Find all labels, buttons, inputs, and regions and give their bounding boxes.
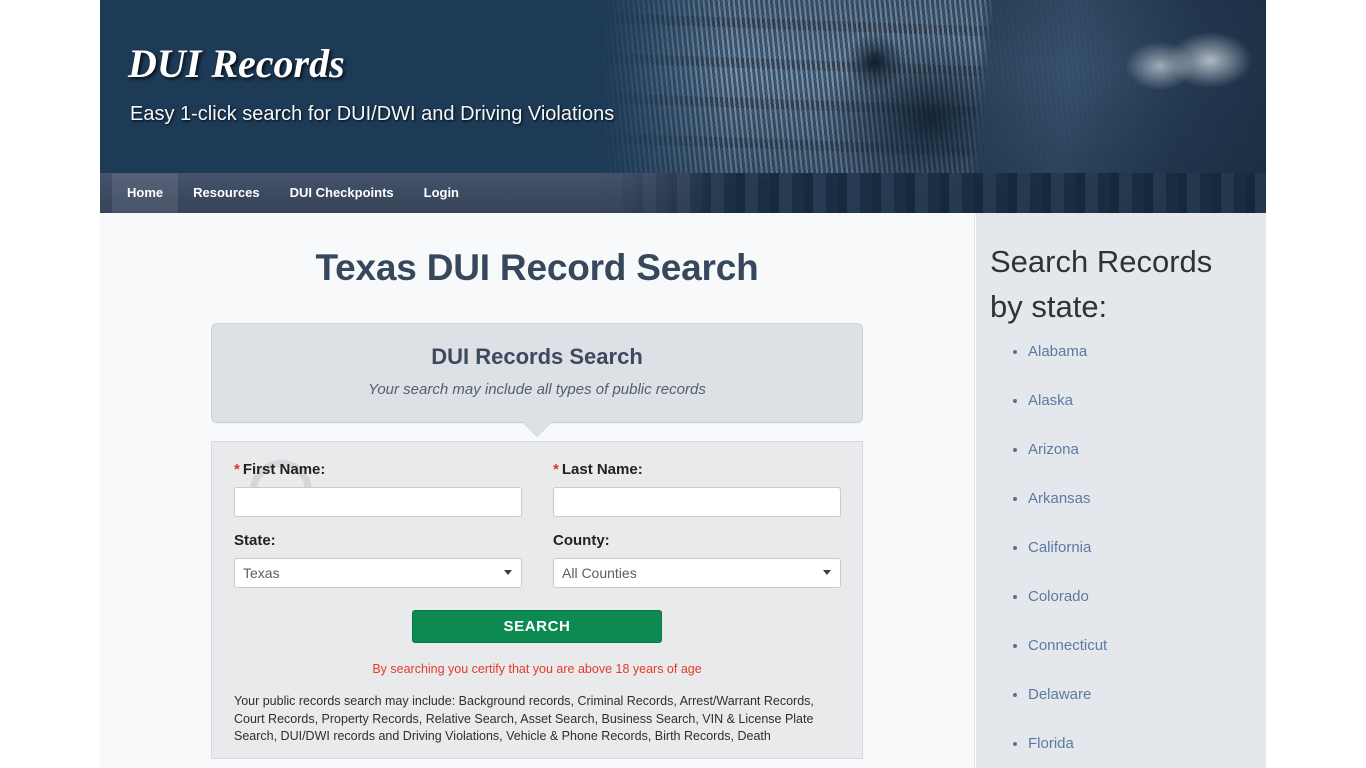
right-gutter [1266, 0, 1366, 768]
list-item: Florida [1028, 735, 1266, 753]
required-marker-icon: * [553, 461, 559, 478]
main-navigation: Home Resources DUI Checkpoints Login [100, 173, 1266, 213]
sidebar-state-arkansas[interactable]: Arkansas [1028, 490, 1091, 507]
first-name-input[interactable] [234, 487, 522, 517]
callout-title: DUI Records Search [431, 344, 643, 369]
sidebar-state-alaska[interactable]: Alaska [1028, 392, 1073, 409]
callout-notch-icon [523, 422, 551, 436]
sidebar-state-arizona[interactable]: Arizona [1028, 441, 1079, 458]
submit-row: SEARCH [234, 610, 840, 643]
county-select[interactable]: All Counties [553, 558, 841, 588]
callout-subtitle: Your search may include all types of pub… [368, 381, 706, 398]
state-label: State: [234, 532, 276, 549]
sidebar-state-colorado[interactable]: Colorado [1028, 588, 1089, 605]
first-name-label: * First Name: [234, 460, 522, 480]
sidebar-title: Search Records by state: [990, 244, 1213, 324]
last-name-field-group: * Last Name: [553, 460, 841, 517]
site-logo-title[interactable]: DUI Records [128, 42, 345, 86]
list-item: Delaware [1028, 686, 1266, 704]
name-row: * First Name: * Last Name: [234, 460, 841, 517]
nav-item-login[interactable]: Login [409, 173, 474, 213]
sidebar-state-california[interactable]: California [1028, 539, 1091, 556]
page-root: DUI Records Easy 1-click search for DUI/… [0, 0, 1366, 768]
list-item: Alaska [1028, 392, 1266, 410]
search-callout: DUI Records Search Your search may inclu… [211, 323, 863, 436]
state-field-group: State: Texas [234, 531, 522, 588]
required-marker-icon: * [234, 461, 240, 478]
page-title: Texas DUI Record Search [315, 247, 759, 288]
list-item: California [1028, 539, 1266, 557]
main-column: Texas DUI Record Search DUI Records Sear… [100, 213, 975, 768]
search-button[interactable]: SEARCH [412, 610, 662, 643]
list-item: Arizona [1028, 441, 1266, 459]
state-select[interactable]: Texas [234, 558, 522, 588]
county-label: County: [553, 532, 610, 549]
county-select-wrap: All Counties [553, 558, 841, 588]
state-select-wrap: Texas [234, 558, 522, 588]
list-item: Alabama [1028, 343, 1266, 361]
county-field-group: County: All Counties [553, 531, 841, 588]
location-row: State: Texas County: All Counties [234, 531, 841, 588]
left-gutter [0, 0, 100, 768]
sidebar-state-delaware[interactable]: Delaware [1028, 686, 1091, 703]
first-name-field-group: * First Name: [234, 460, 522, 517]
sidebar-state-alabama[interactable]: Alabama [1028, 343, 1087, 360]
last-name-label-text: Last Name: [561, 461, 643, 478]
nav-item-resources[interactable]: Resources [178, 173, 274, 213]
sidebar-state-florida[interactable]: Florida [1028, 735, 1074, 752]
header-background-photo [600, 0, 1266, 173]
list-item: Arkansas [1028, 490, 1266, 508]
age-certification-notice: By searching you certify that you are ab… [372, 662, 702, 676]
nav-item-home[interactable]: Home [112, 173, 179, 213]
last-name-input[interactable] [553, 487, 841, 517]
sidebar-state-connecticut[interactable]: Connecticut [1028, 637, 1107, 654]
records-disclaimer-text: Your public records search may include: … [234, 694, 814, 743]
last-name-label: * Last Name: [553, 460, 841, 480]
list-item: Connecticut [1028, 637, 1266, 655]
nav-item-dui-checkpoints[interactable]: DUI Checkpoints [275, 173, 409, 213]
list-item: Colorado [1028, 588, 1266, 606]
site-tagline: Easy 1-click search for DUI/DWI and Driv… [130, 103, 615, 125]
nav-item-list: Home Resources DUI Checkpoints Login [100, 173, 1266, 213]
first-name-label-text: First Name: [242, 461, 326, 478]
content-wrapper: Texas DUI Record Search DUI Records Sear… [100, 213, 1266, 768]
site-header [100, 0, 1266, 173]
state-link-list: Alabama Alaska Arizona Arkansas Californ… [990, 343, 1266, 753]
state-sidebar: Search Records by state: Alabama Alaska … [976, 213, 1266, 768]
dui-search-form: * First Name: * Last Name: State: Texas … [211, 441, 863, 759]
